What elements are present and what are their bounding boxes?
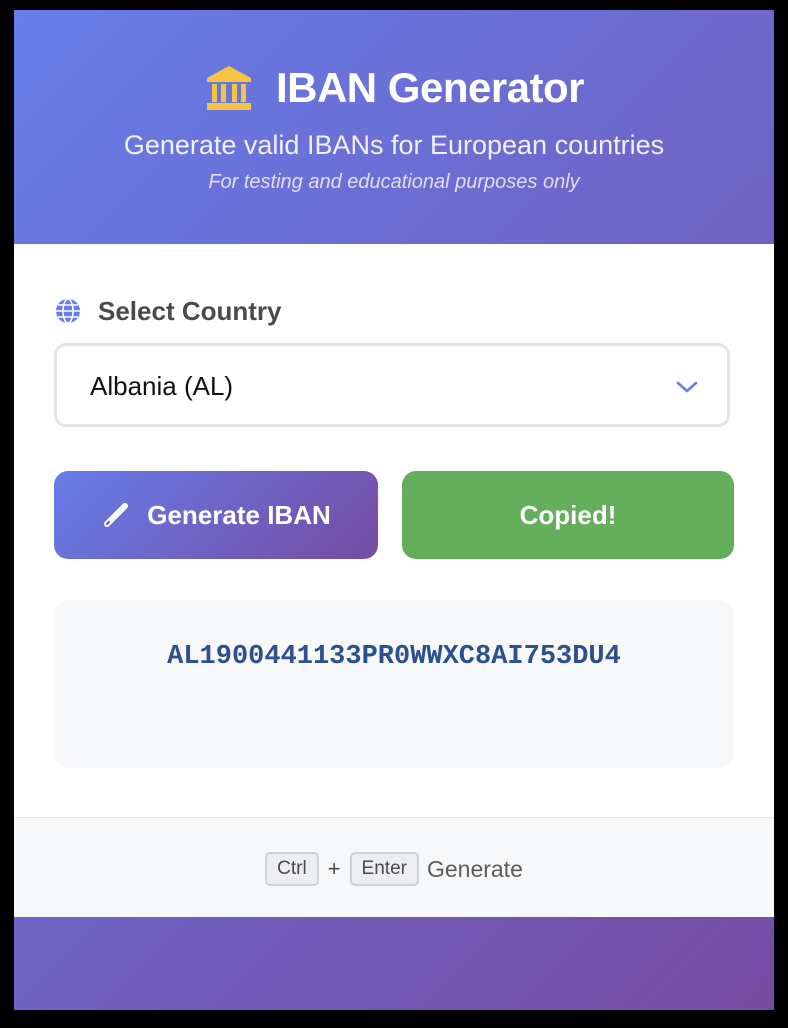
header: IBAN Generator Generate valid IBANs for … [14,10,774,244]
iban-result-box: AL1900441133PR0WWXC8AI753DU4 [54,600,734,768]
copy-button[interactable]: Copied! [402,471,734,559]
generate-iban-button[interactable]: Generate IBAN [54,471,378,559]
pencil-icon [104,503,129,527]
select-country-label: Select Country [98,295,282,326]
country-select[interactable]: Albania (AL) [54,343,730,427]
title-row: IBAN Generator [14,60,774,116]
ctrl-key: Ctrl [265,852,319,886]
shortcut-action: Generate [426,855,523,882]
enter-key: Enter [349,852,419,886]
iban-value: AL1900441133PR0WWXC8AI753DU4 [167,642,621,672]
bank-icon [206,66,251,110]
globe-icon [56,298,80,324]
app-window: IBAN Generator Generate valid IBANs for … [14,10,774,1010]
country-label-row: Select Country [54,294,282,328]
keyboard-shortcut-hint: Ctrl + Enter Generate [14,851,774,887]
chevron-down-icon [676,381,698,393]
copy-button-label: Copied! [519,499,617,530]
disclaimer-note: For testing and educational purposes onl… [208,171,580,193]
subtitle: Generate valid IBANs for European countr… [123,130,665,160]
country-select-value: Albania (AL) [90,371,234,401]
footer: Ctrl + Enter Generate [14,817,774,917]
plus-sign: + [327,856,341,881]
page-title: IBAN Generator [275,64,585,111]
generate-button-label: Generate IBAN [147,499,331,530]
main-card: Select Country Albania (AL) Generate IBA… [14,244,774,817]
